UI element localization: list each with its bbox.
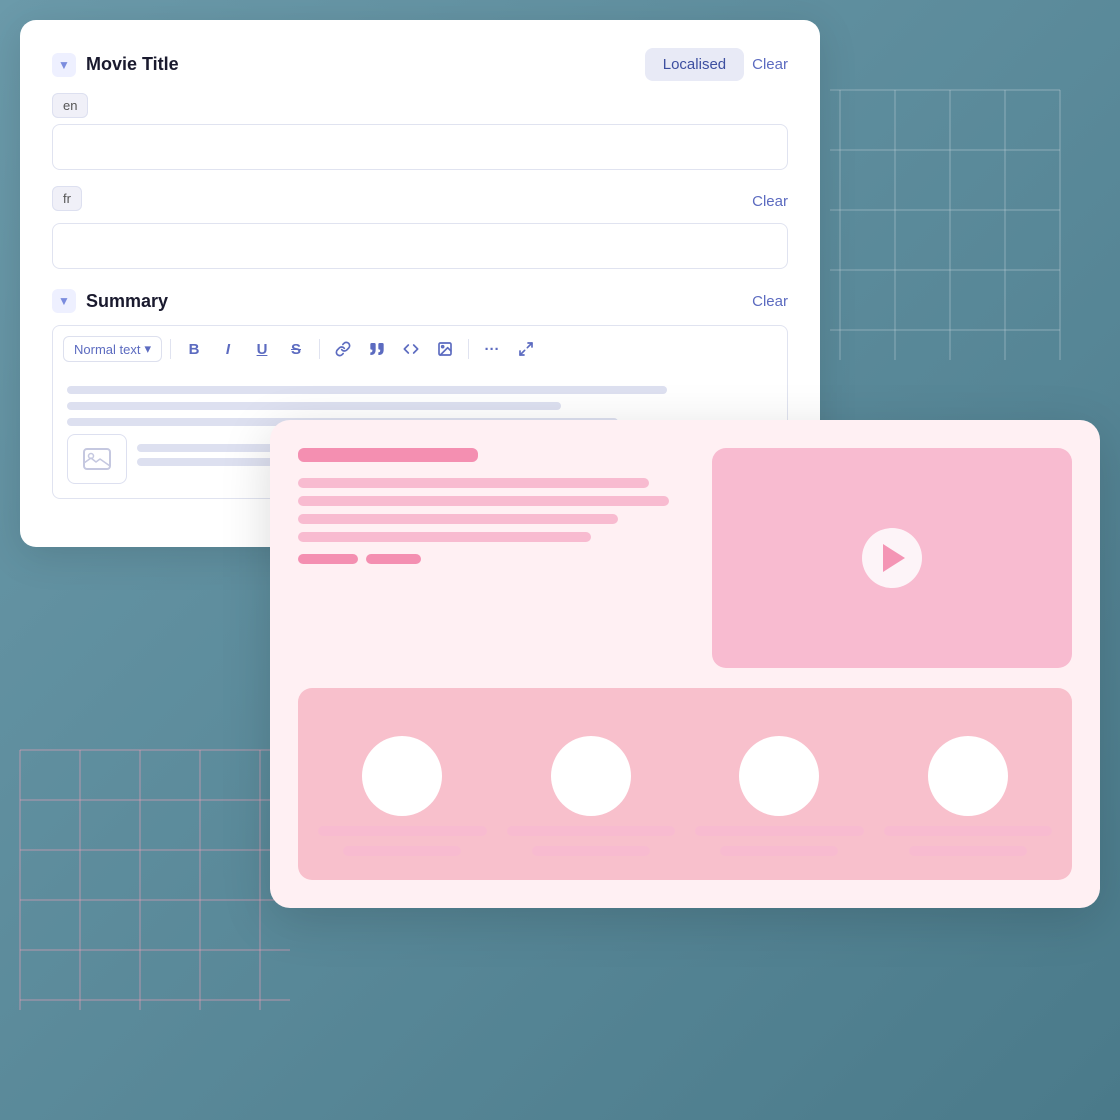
toolbar-divider-1 [170, 339, 171, 359]
thumbnail-item-2 [507, 736, 676, 856]
movie-title-actions: Localised Clear [645, 48, 788, 81]
more-button[interactable]: ··· [477, 334, 507, 364]
italic-button[interactable]: I [213, 334, 243, 364]
thumbnail-item-3 [695, 736, 864, 856]
preview-text-4 [298, 532, 591, 542]
thumb-line-3a [695, 826, 864, 836]
preview-text-3 [298, 514, 618, 524]
fr-lang-row: fr Clear [52, 186, 788, 217]
preview-tags-row [298, 554, 688, 564]
thumb-line-2b [532, 846, 650, 856]
quote-button[interactable] [362, 334, 392, 364]
normal-text-chevron: ▾ [144, 341, 151, 357]
fr-input[interactable] [52, 223, 788, 269]
preview-content-area [298, 448, 688, 668]
summary-label: Summary [86, 291, 168, 312]
thumb-line-4b [909, 846, 1027, 856]
skel-line-1 [67, 386, 667, 394]
play-button[interactable] [862, 528, 922, 588]
preview-text-1 [298, 478, 649, 488]
skel-img-placeholder [67, 434, 127, 484]
underline-button[interactable]: U [247, 334, 277, 364]
strikethrough-button[interactable]: S [281, 334, 311, 364]
fr-field-group: fr Clear [52, 186, 788, 269]
preview-top-row [298, 448, 1072, 668]
preview-text-2 [298, 496, 669, 506]
thumb-circle-3 [739, 736, 819, 816]
en-input[interactable] [52, 124, 788, 170]
movie-title-title-row: ▼ Movie Title [52, 53, 179, 77]
thumb-line-4a [884, 826, 1053, 836]
en-badge: en [52, 93, 88, 118]
movie-title-section: ▼ Movie Title Localised Clear en fr Clea… [52, 48, 788, 269]
toolbar-divider-2 [319, 339, 320, 359]
thumb-line-3b [720, 846, 838, 856]
thumb-line-1a [318, 826, 487, 836]
preview-tag-2 [366, 554, 421, 564]
code-button[interactable] [396, 334, 426, 364]
en-field-group: en [52, 93, 788, 170]
localised-button[interactable]: Localised [645, 48, 744, 81]
summary-collapse-icon[interactable]: ▼ [52, 289, 76, 313]
movie-title-header: ▼ Movie Title Localised Clear [52, 48, 788, 81]
image-button[interactable] [430, 334, 460, 364]
movie-title-clear-button[interactable]: Clear [752, 56, 788, 73]
rte-toolbar: Normal text ▾ B I U S [52, 325, 788, 372]
skel-line-2 [67, 402, 561, 410]
summary-header: ▼ Summary Clear [52, 289, 788, 313]
preview-title-bar [298, 448, 478, 462]
thumb-circle-4 [928, 736, 1008, 816]
thumbnails-section [298, 688, 1072, 880]
thumbnails-row [318, 712, 1052, 856]
normal-text-select[interactable]: Normal text ▾ [63, 336, 162, 362]
normal-text-label: Normal text [74, 342, 140, 357]
bold-button[interactable]: B [179, 334, 209, 364]
thumbnail-item-1 [318, 736, 487, 856]
thumb-line-2a [507, 826, 676, 836]
play-icon [883, 544, 905, 572]
fr-clear-button[interactable]: Clear [752, 193, 788, 210]
thumb-line-1b [343, 846, 461, 856]
thumb-circle-2 [551, 736, 631, 816]
summary-clear-button[interactable]: Clear [752, 293, 788, 310]
preview-video-thumbnail[interactable] [712, 448, 1072, 668]
link-button[interactable] [328, 334, 358, 364]
fr-badge: fr [52, 186, 82, 211]
fullscreen-button[interactable] [511, 334, 541, 364]
preview-card [270, 420, 1100, 908]
thumbnail-item-4 [884, 736, 1053, 856]
summary-title-row: ▼ Summary [52, 289, 168, 313]
movie-title-collapse-icon[interactable]: ▼ [52, 53, 76, 77]
thumb-circle-1 [362, 736, 442, 816]
toolbar-divider-3 [468, 339, 469, 359]
movie-title-label: Movie Title [86, 54, 179, 75]
preview-tag-1 [298, 554, 358, 564]
